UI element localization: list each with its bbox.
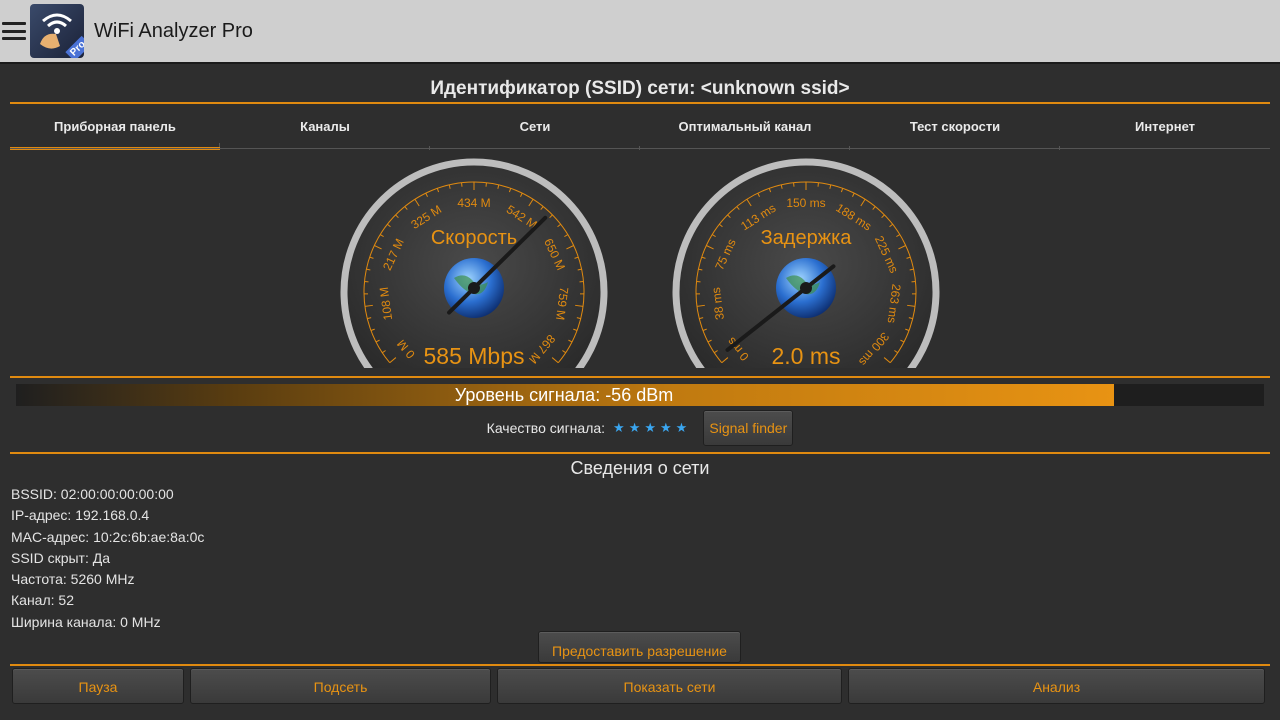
info-mac-address: MAC-адрес: 10:2c:6b:ae:8a:0c (11, 528, 205, 545)
info-bssid: BSSID: 02:00:00:00:00:00 (11, 486, 174, 502)
tab-bar: Приборная панель Каналы Сети Оптимальный… (10, 106, 1270, 150)
divider (10, 452, 1270, 454)
gauge-label: Задержка (761, 227, 853, 249)
info-ip-address: IP-адрес: 192.168.0.4 (11, 507, 150, 524)
signal-quality-label: Качество сигнала: (486, 420, 606, 436)
divider (10, 376, 1270, 378)
grant-permission-button[interactable]: Предоставить разрешение (538, 631, 741, 663)
tab-optimal-channel[interactable]: Оптимальный канал (640, 106, 850, 150)
gauge-value: 2.0 ms (771, 343, 840, 368)
info-ssid-hidden: SSID скрыт: Да (11, 549, 110, 566)
bottom-action-bar: Пауза Подсеть Показать сети Анализ (10, 668, 1270, 708)
gauge-needle-hub (800, 282, 812, 294)
app-bar: Pro WiFi Analyzer Pro (0, 0, 1280, 62)
gauge-label: Скорость (431, 227, 517, 249)
info-frequency: Частота: 5260 MHz (11, 571, 135, 588)
info-channel-width: Ширина канала: 0 MHz (11, 613, 161, 630)
signal-finder-button[interactable]: Signal finder (703, 410, 794, 446)
tab-channels[interactable]: Каналы (220, 106, 430, 150)
tabs-underline (10, 148, 1270, 149)
star-icon: ★ (660, 420, 672, 435)
tab-networks[interactable]: Сети (430, 106, 640, 150)
analysis-button[interactable]: Анализ (848, 668, 1265, 704)
network-info-list: BSSID: 02:00:00:00:00:00 IP-адрес: 192.1… (11, 484, 204, 633)
star-icon: ★ (628, 420, 641, 435)
latency-gauge: 0 ms38 ms75 ms113 ms 150 ms 188 ms225 ms26… (672, 158, 940, 368)
gauge-value: 585 Mbps (423, 343, 524, 368)
hamburger-menu-icon[interactable] (2, 22, 26, 40)
dashboard-panel: Идентификатор (SSID) сети: <unknown ssid… (0, 62, 1280, 720)
network-info-title: Сведения о сети (570, 458, 710, 478)
signal-level-bar: Уровень сигнала: -56 dBm (16, 384, 1264, 406)
app-logo: Pro (30, 4, 84, 58)
tab-internet[interactable]: Интернет (1060, 106, 1270, 150)
signal-level-label: Уровень сигнала: -56 dBm (454, 385, 674, 405)
signal-quality-row: Качество сигнала: ★ ★ ★ ★ ★ Signal finder (0, 410, 1280, 446)
star-icon: ★ (644, 420, 657, 435)
divider (10, 664, 1270, 666)
subnet-button[interactable]: Подсеть (190, 668, 491, 704)
ssid-title: Идентификатор (SSID) сети: <unknown ssid… (430, 78, 850, 99)
gauge-needle-hub (468, 282, 480, 294)
speed-gauge: 0 M108 M217 M325 M 434 M 542 M650 M759 M86… (340, 158, 608, 368)
star-icon: ★ (675, 420, 688, 435)
app-title: WiFi Analyzer Pro (94, 19, 253, 42)
signal-quality-stars: ★ ★ ★ ★ ★ (613, 420, 687, 436)
pause-button[interactable]: Пауза (12, 668, 184, 704)
star-icon: ★ (613, 420, 625, 435)
show-networks-button[interactable]: Показать сети (497, 668, 842, 704)
tab-speed-test[interactable]: Тест скорости (850, 106, 1060, 150)
info-channel: Канал: 52 (11, 592, 74, 609)
divider (10, 102, 1270, 104)
tab-dashboard[interactable]: Приборная панель (10, 106, 220, 150)
gauge-tick-label: 150 ms (786, 196, 825, 210)
gauge-tick-label: 434 M (457, 196, 490, 210)
